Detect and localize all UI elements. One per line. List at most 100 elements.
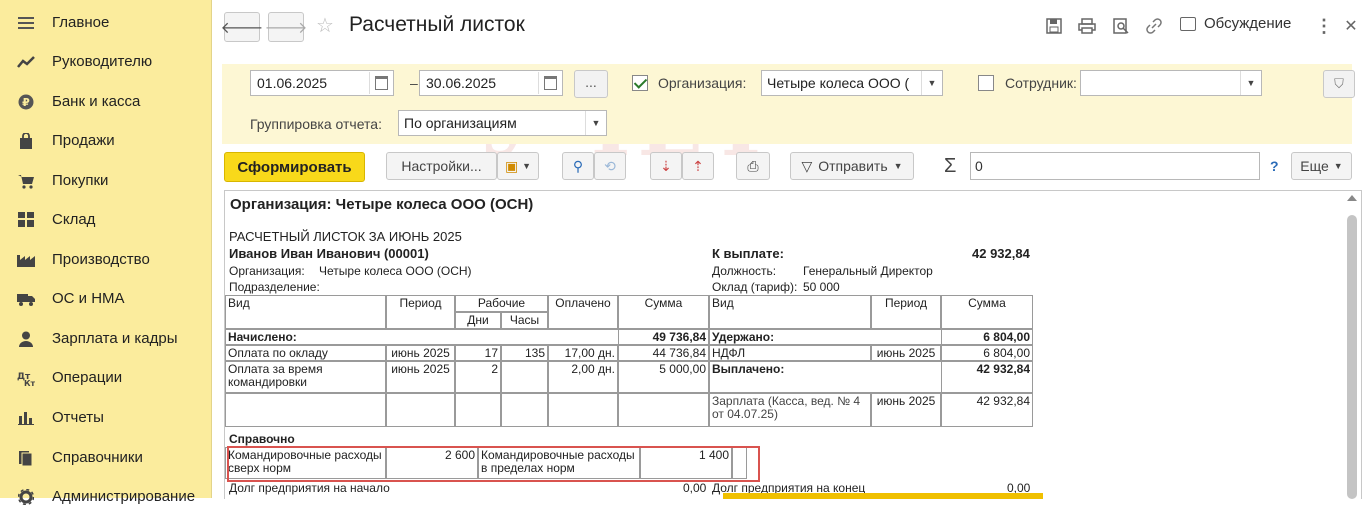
org-name: Четыре колеса ООО (ОСН) [319, 264, 472, 278]
scroll-up-icon[interactable] [1347, 195, 1357, 201]
salary-caption: Оклад (тариф): [712, 280, 798, 294]
date-from-field[interactable]: 01.06.2025 [250, 70, 394, 96]
operations-icon: Дт Кт [17, 369, 35, 387]
help-icon[interactable]: ? [1270, 158, 1279, 174]
row3-paid [548, 393, 618, 427]
more-vertical-icon[interactable]: ⋮ [1313, 15, 1335, 37]
dropdown-arrow-icon[interactable]: ▼ [585, 111, 606, 135]
sidebar-item-warehouse[interactable]: Склад [0, 200, 211, 239]
sidebar-item-administration[interactable]: Администрирование [0, 477, 211, 516]
variants-button[interactable]: ▣ ▼ [497, 152, 539, 180]
close-icon[interactable]: ✕ [1340, 15, 1362, 37]
person-icon [17, 330, 35, 348]
vertical-scrollbar[interactable] [1343, 191, 1361, 499]
report-sheet[interactable]: Организация: Четыре колеса ООО (ОСН) РАС… [224, 190, 1362, 499]
sidebar-item-label: Главное [52, 14, 110, 31]
settings-button[interactable]: Настройки... [386, 152, 497, 180]
sum-field[interactable]: 0 [970, 152, 1260, 180]
send-icon: ▽ [801, 157, 813, 174]
date-separator: – [410, 75, 418, 91]
generate-button[interactable]: Сформировать [224, 152, 365, 182]
header-sum-2: Сумма [941, 295, 1033, 329]
scroll-thumb[interactable] [1347, 215, 1357, 499]
sidebar-item-fixed-assets[interactable]: ОС и НМА [0, 279, 211, 318]
dept-caption: Подразделение: [229, 280, 320, 294]
sidebar-item-production[interactable]: Производство [0, 240, 211, 279]
sidebar-item-manager[interactable]: Руководителю [0, 42, 211, 81]
search-icon: ⚲ [572, 157, 584, 174]
organization-checkbox[interactable] [632, 75, 648, 91]
bag-icon [17, 132, 35, 150]
row1-period-2: июнь 2025 [871, 345, 941, 361]
row3-sum [618, 393, 709, 427]
row1-period: июнь 2025 [386, 345, 455, 361]
organization-select[interactable]: Четыре колеса ООО ( ▼ [761, 70, 943, 96]
arrow-right-icon: 🡒 [264, 19, 308, 37]
sidebar-item-purchases[interactable]: Покупки [0, 161, 211, 200]
header-sum: Сумма [618, 295, 709, 329]
sidebar-item-label: Продажи [52, 132, 115, 149]
organization-label: Организация: [658, 75, 747, 91]
date-to-field[interactable]: 30.06.2025 [419, 70, 563, 96]
grouping-select[interactable]: По организациям ▼ [398, 110, 607, 136]
link-icon[interactable] [1143, 15, 1165, 37]
command-bar: Сформировать Настройки... ▣ ▼ ⚲ ⟲ ⇣ ⇡ ⎙ … [212, 150, 1371, 184]
header-paid: Оплачено [548, 295, 618, 329]
highlight-box [227, 446, 760, 482]
debt-start-label: Долг предприятия на начало [229, 481, 390, 495]
print-button[interactable]: ⎙ [736, 152, 770, 180]
more-label: Еще [1300, 158, 1329, 174]
back-button[interactable]: 🡐 [221, 12, 263, 42]
calendar-icon[interactable] [369, 72, 392, 94]
row3-hours [501, 393, 548, 427]
preview-icon[interactable] [1110, 15, 1132, 37]
grouping-value: По организациям [404, 115, 517, 131]
sidebar-item-directories[interactable]: Справочники [0, 438, 211, 477]
chart-icon [17, 409, 35, 427]
sidebar-item-payroll[interactable]: Зарплата и кадры [0, 319, 211, 358]
discussion-label: Обсуждение [1204, 15, 1292, 32]
sidebar-item-main[interactable]: Главное [0, 3, 211, 42]
sidebar-item-label: Администрирование [52, 488, 196, 505]
employee-label: Сотрудник: [1005, 75, 1077, 91]
books-icon [17, 449, 35, 467]
row2-paid: 2,00 дн. [548, 361, 618, 393]
sort-asc-button[interactable]: ⇡ [682, 152, 714, 180]
sidebar-item-label: Руководителю [52, 53, 153, 70]
position-caption: Должность: [712, 264, 777, 278]
organization-value: Четыре колеса ООО ( [767, 75, 910, 91]
header-period-2: Период [871, 295, 941, 329]
search-button[interactable]: ⚲ [562, 152, 594, 180]
calendar-icon[interactable] [538, 72, 561, 94]
period-select-button[interactable]: ... [574, 70, 608, 98]
dropdown-arrow-icon[interactable]: ▼ [921, 71, 942, 95]
row3-period [386, 393, 455, 427]
save-icon[interactable] [1043, 15, 1065, 37]
header-days: Дни [455, 312, 501, 329]
header-hours: Часы [501, 312, 548, 329]
more-button[interactable]: Еще ▼ [1291, 152, 1352, 180]
forward-button[interactable]: 🡒 [265, 12, 307, 42]
sidebar-item-label: Операции [52, 369, 123, 386]
sidebar-item-sales[interactable]: Продажи [0, 121, 211, 160]
report-org-header: Организация: Четыре колеса ООО (ОСН) [230, 196, 534, 213]
dropdown-arrow-icon[interactable]: ▼ [1240, 71, 1261, 95]
refresh-search-button[interactable]: ⟲ [594, 152, 626, 180]
debt-start-value: 0,00 [683, 481, 707, 495]
sidebar-item-reports[interactable]: Отчеты [0, 398, 211, 437]
employee-checkbox[interactable] [978, 75, 994, 91]
star-icon[interactable]: ☆ [316, 13, 334, 38]
print-icon[interactable] [1076, 15, 1098, 37]
sidebar-item-operations[interactable]: Дт Кт Операции [0, 358, 211, 397]
cart-icon [17, 172, 35, 190]
arrow-left-icon: 🡐 [220, 19, 264, 37]
send-button[interactable]: ▽ Отправить ▼ [790, 152, 914, 180]
page-title: Расчетный листок [349, 13, 525, 36]
sidebar-item-bank[interactable]: ₽ Банк и касса [0, 82, 211, 121]
sort-desc-button[interactable]: ⇣ [650, 152, 682, 180]
employee-select[interactable]: ▼ [1080, 70, 1262, 96]
sidebar-item-label: Банк и касса [52, 93, 141, 110]
discussion-button[interactable]: Обсуждение [1180, 15, 1291, 32]
reference-label: Справочно [229, 432, 295, 446]
filter-funnel-button[interactable]: ⛉ [1323, 70, 1355, 98]
